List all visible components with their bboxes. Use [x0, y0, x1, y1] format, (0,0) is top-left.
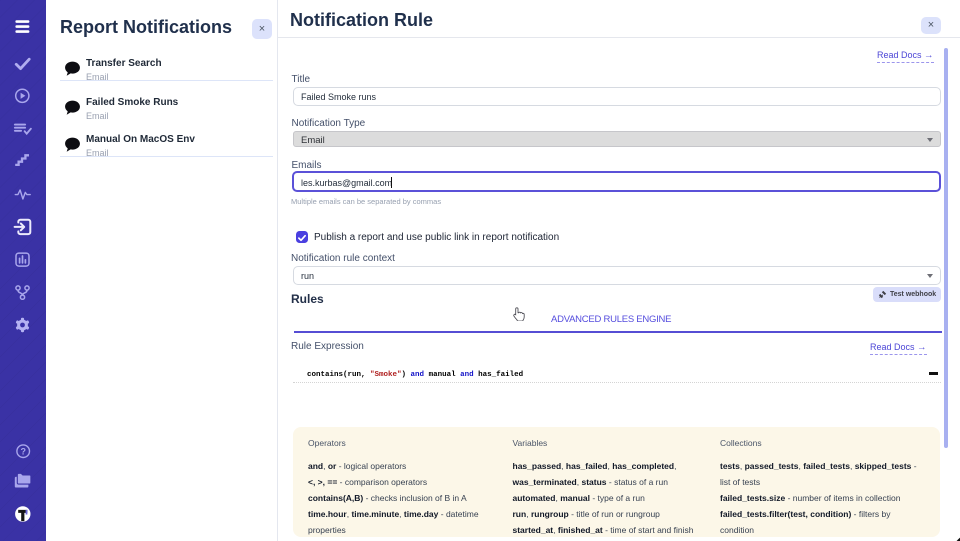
svg-text:?: ? [20, 447, 26, 457]
